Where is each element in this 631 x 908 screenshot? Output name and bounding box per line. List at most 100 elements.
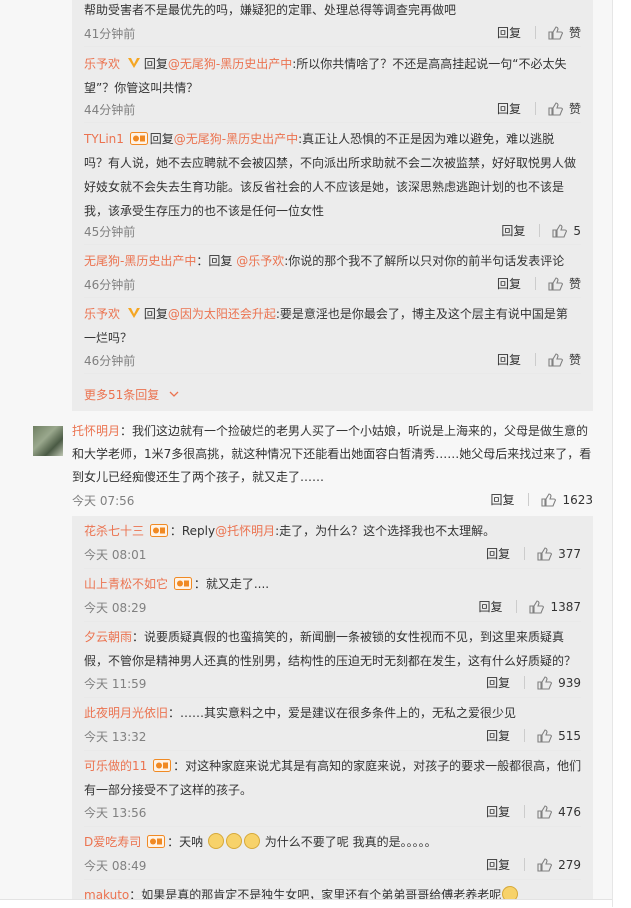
reply-button[interactable]: 回复 (497, 100, 521, 117)
reply-item: D爱吃寿司 ：天呐 为什么不要了呢 我真的是。。。。。 (84, 833, 437, 849)
divider (516, 600, 518, 613)
like-button[interactable]: 1623 (541, 493, 593, 507)
divider (84, 244, 581, 245)
reply-button[interactable]: 回复 (486, 856, 510, 873)
thumbs-up-icon (537, 728, 553, 743)
thumbs-up-icon (548, 276, 563, 291)
divider (524, 805, 526, 818)
thumbs-up-icon (529, 599, 545, 614)
thumbs-up-icon (537, 675, 553, 690)
reply-button[interactable]: 回复 (497, 351, 521, 368)
scrollbar[interactable] (612, 0, 631, 907)
reply-actions: 回复 1387 (478, 598, 581, 615)
like-button[interactable]: 939 (537, 676, 581, 690)
timestamp: 46分钟前 (84, 354, 136, 368)
divider (84, 568, 581, 569)
thumbs-up-icon (548, 25, 563, 40)
user-link[interactable]: 夕云朝雨 (84, 630, 132, 644)
like-count: 赞 (568, 277, 581, 291)
user-link[interactable]: 乐予欢 (84, 57, 120, 71)
user-link[interactable]: TYLin1 (84, 132, 124, 146)
like-button[interactable]: 1387 (529, 600, 581, 614)
divider (84, 697, 581, 698)
reply-item: 无尾狗-黑历史出产中：回复 @乐予欢:你说的那个我不了解所以只对你的前半句话发表… (84, 254, 565, 268)
divider (84, 750, 581, 751)
reply-actions: 回复 279 (486, 856, 581, 873)
reply-actions: 回复 赞 (497, 275, 581, 292)
thumbs-up-icon (548, 352, 563, 367)
reply-actions: 回复 赞 (497, 351, 581, 368)
reply-button[interactable]: 回复 (486, 545, 510, 562)
timestamp: 今天 08:49 (84, 859, 147, 873)
reply-button[interactable]: 回复 (486, 674, 510, 691)
divider (84, 879, 581, 880)
user-link[interactable]: 花杀七十三 (84, 524, 144, 538)
like-button[interactable]: 赞 (548, 275, 581, 292)
like-button[interactable]: 赞 (548, 351, 581, 368)
reply-actions: 回复 赞 (497, 100, 581, 117)
reply-button[interactable]: 回复 (486, 727, 510, 744)
user-link[interactable]: 托怀明月 (72, 424, 120, 438)
user-link[interactable]: 此夜明月光依旧 (84, 706, 168, 720)
reply-actions: 回复 939 (486, 674, 581, 691)
divider (84, 46, 581, 47)
like-count: 515 (558, 728, 581, 743)
mention-link[interactable]: @无尾狗-黑历史出产中 (174, 132, 298, 146)
like-count: 279 (558, 857, 581, 872)
divider (84, 297, 581, 298)
thumbs-up-icon (537, 804, 553, 819)
vip-badge-icon (127, 308, 140, 318)
divider (534, 26, 536, 39)
more-replies-link[interactable]: 更多51条回复 (84, 386, 179, 403)
divider (534, 353, 536, 366)
timestamp: 44分钟前 (84, 103, 136, 117)
divider (524, 676, 526, 689)
user-link[interactable]: 乐予欢 (84, 307, 120, 321)
reply-text: 帮助受害者不是最优先的吗，嫌疑犯的定罪、处理总得等调查完再做吧 (84, 3, 457, 17)
like-button[interactable]: 279 (537, 858, 581, 872)
reply-item: 花杀七十三 ：Reply@托怀明月:走了，为什么？这个选择我也不太理解。 (84, 524, 496, 538)
timestamp: 今天 13:56 (84, 806, 147, 820)
user-link[interactable]: 可乐做的11 (84, 759, 147, 773)
reply-item: 乐予欢 回复@无尾狗-黑历史出产中:所以你共情啥了？不还是高高挂起说一句“不必太… (84, 57, 567, 95)
emoji-icon (225, 833, 242, 849)
divider (534, 277, 536, 290)
user-link[interactable]: makuto (84, 888, 129, 899)
mention-link[interactable]: @乐予欢 (236, 254, 284, 268)
like-count: 赞 (568, 26, 581, 40)
comment-actions: 回复 1623 (490, 491, 593, 508)
chevron-down-icon (169, 391, 179, 397)
user-link[interactable]: 山上青松不如它 (84, 577, 168, 591)
mention-link[interactable]: @因为太阳还会升起 (168, 307, 276, 321)
reply-button[interactable]: 回复 (486, 803, 510, 820)
like-button[interactable]: 476 (537, 805, 581, 819)
divider (84, 621, 581, 622)
avatar[interactable] (33, 426, 63, 456)
level-badge-icon (129, 132, 148, 145)
reply-button[interactable]: 回复 (478, 598, 502, 615)
mention-link[interactable]: @无尾狗-黑历史出产中 (168, 57, 292, 71)
level-badge-icon (147, 835, 166, 848)
reply-button[interactable]: 回复 (497, 275, 521, 292)
reply-item: 此夜明月光依旧：……其实意料之中，爱是建议在很多条件上的，无私之爱很少见 (84, 706, 517, 720)
mention-link[interactable]: @托怀明月 (215, 524, 275, 538)
divider (524, 547, 526, 560)
reply-button[interactable]: 回复 (490, 491, 514, 508)
like-count: 赞 (568, 353, 581, 367)
reply-button[interactable]: 回复 (501, 222, 525, 239)
timestamp: 今天 08:01 (84, 548, 147, 562)
reply-button[interactable]: 回复 (497, 24, 521, 41)
timestamp: 41分钟前 (84, 27, 136, 41)
like-count: 赞 (568, 102, 581, 116)
reply-item: 乐予欢 回复@因为太阳还会升起:要是意淫也是你最会了，博主及这个层主有说中国是第… (84, 307, 568, 345)
like-button[interactable]: 377 (537, 547, 581, 561)
like-button[interactable]: 赞 (548, 100, 581, 117)
like-button[interactable]: 赞 (548, 24, 581, 41)
like-button[interactable]: 515 (537, 729, 581, 743)
timestamp: 今天 13:32 (84, 730, 147, 744)
user-link[interactable]: 无尾狗-黑历史出产中 (84, 254, 196, 268)
like-button[interactable]: 5 (552, 224, 581, 238)
thumbs-up-icon (537, 546, 553, 561)
user-link[interactable]: D爱吃寿司 (84, 835, 141, 849)
level-badge-icon (153, 759, 172, 772)
